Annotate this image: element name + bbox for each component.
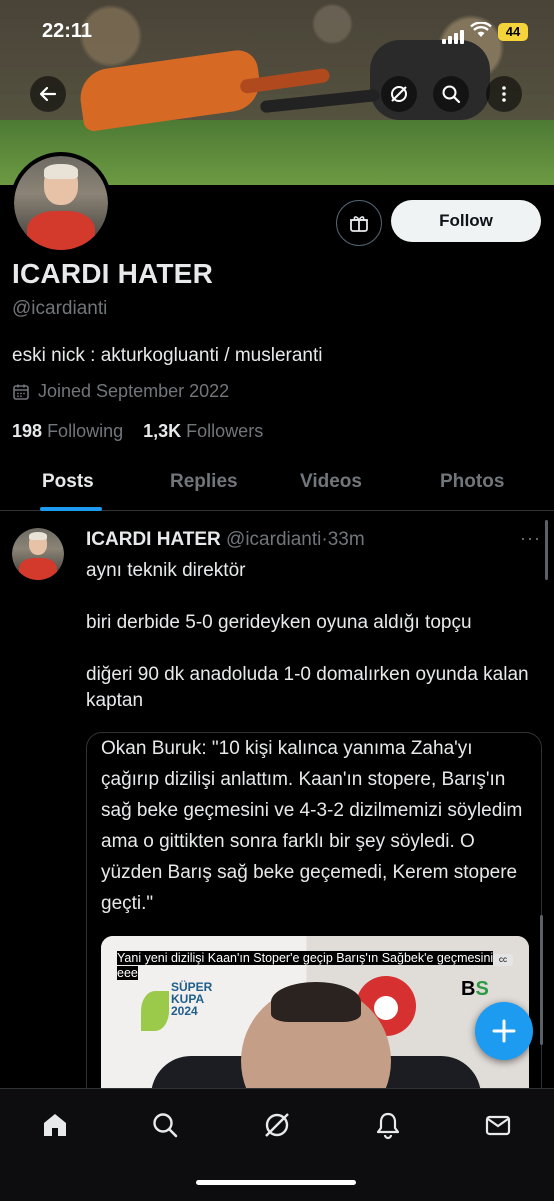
post-item[interactable]: ICARDI HATER @icardianti·33m ··· aynı te… (0, 512, 554, 1104)
back-button[interactable] (30, 76, 66, 112)
gift-button[interactable] (336, 200, 382, 246)
signal-icon (442, 26, 466, 44)
nav-notifications[interactable] (366, 1103, 410, 1147)
scrollbar-inner[interactable] (540, 915, 543, 1045)
tab-replies[interactable]: Replies (170, 471, 238, 493)
tab-videos[interactable]: Videos (300, 471, 362, 493)
profile-bio: eski nick : akturkogluanti / musleranti (12, 345, 323, 366)
home-indicator (196, 1180, 356, 1185)
nav-messages[interactable] (476, 1103, 520, 1147)
followers-label: Followers (186, 421, 264, 441)
profile-name: ICARDI HATER (12, 258, 213, 289)
tab-posts[interactable]: Posts (42, 471, 94, 493)
grok-button[interactable] (381, 76, 417, 112)
post-header: ICARDI HATER @icardianti·33m (86, 529, 365, 551)
post-line: diğeri 90 dk anadoluda 1-0 domalırken oy… (86, 664, 529, 711)
followers-count: 1,3K (143, 421, 182, 441)
search-button[interactable] (433, 76, 469, 112)
avatar-photo (14, 156, 108, 250)
nav-grok[interactable] (255, 1103, 299, 1147)
bs-logo: BS (461, 978, 489, 1000)
plus-icon (492, 1019, 516, 1043)
scrollbar[interactable] (545, 520, 548, 580)
super-kupa-logo: SÜPER KUPA 2024 (141, 981, 212, 1041)
status-time: 22:11 (42, 20, 93, 42)
following-link[interactable]: 198 Following (12, 421, 123, 441)
mail-icon (485, 1115, 511, 1136)
follow-stats: 198 Following 1,3K Followers (12, 421, 263, 442)
tab-photos[interactable]: Photos (440, 471, 504, 493)
more-options-button[interactable] (486, 76, 522, 112)
post-author-handle: @icardianti (226, 529, 322, 550)
nav-search[interactable] (143, 1103, 187, 1147)
nav-home[interactable] (33, 1103, 77, 1147)
arrow-left-icon (39, 86, 57, 102)
follow-button[interactable]: Follow (391, 200, 541, 242)
joined-date: Joined September 2022 (12, 381, 229, 402)
battery-icon: 44 (498, 23, 528, 41)
post-more-button[interactable]: ··· (520, 528, 541, 549)
post-line: aynı teknik direktör (86, 560, 246, 581)
more-vertical-icon (502, 86, 506, 102)
home-icon (44, 1114, 66, 1136)
post-author-name[interactable]: ICARDI HATER (86, 529, 221, 550)
following-label: Following (47, 421, 124, 441)
gift-icon (350, 216, 368, 232)
post-time: 33m (327, 529, 365, 550)
video-caption: Yani yeni dizilişi Kaan'ın Stoper'e geçi… (117, 951, 494, 980)
search-icon (153, 1113, 178, 1138)
search-icon (442, 85, 461, 104)
profile-avatar[interactable] (10, 152, 112, 254)
quoted-post[interactable]: Okan Buruk: "10 kişi kalınca yanıma Zaha… (86, 732, 542, 1104)
active-tab-indicator (40, 507, 102, 511)
quoted-post-text: Okan Buruk: "10 kişi kalınca yanıma Zaha… (101, 738, 523, 914)
followers-link[interactable]: 1,3K Followers (143, 421, 263, 441)
calendar-icon (13, 384, 29, 400)
post-text: aynı teknik direktör biri derbide 5-0 ge… (86, 558, 536, 714)
profile-handle: @icardianti (12, 298, 108, 319)
grok-icon (391, 86, 407, 102)
status-bar: 22:11 44 (0, 0, 554, 50)
quoted-video[interactable]: SÜPER KUPA 2024 BS Yani yeni dizilişi Kaan… (101, 936, 529, 1103)
post-avatar-photo (12, 528, 64, 580)
closed-captions-icon[interactable]: cc (493, 954, 513, 966)
bell-icon (376, 1112, 400, 1140)
grok-icon (265, 1113, 289, 1137)
profile-tabs: Posts Replies Videos Photos (0, 455, 554, 511)
post-avatar[interactable] (12, 528, 64, 580)
wifi-icon (470, 21, 492, 43)
post-line: biri derbide 5-0 gerideyken oyuna aldığı… (86, 612, 472, 633)
following-count: 198 (12, 421, 43, 441)
compose-button[interactable] (475, 1002, 533, 1060)
joined-text: Joined September 2022 (38, 381, 230, 401)
